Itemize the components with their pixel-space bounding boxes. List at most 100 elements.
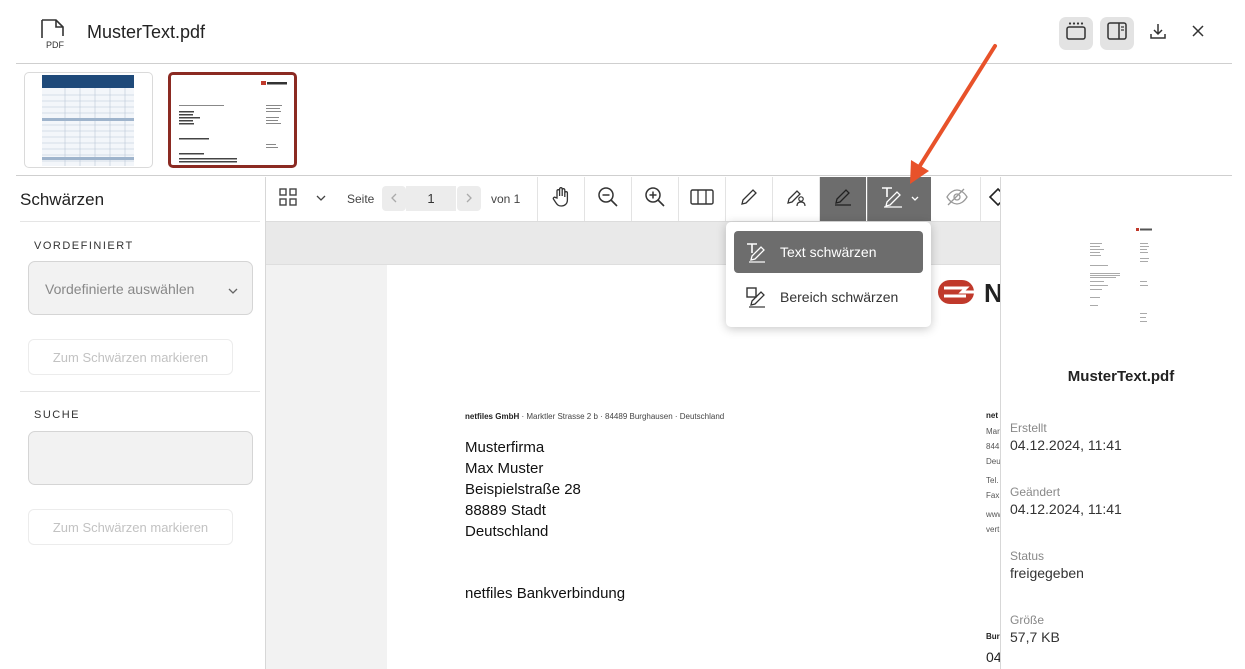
status-value: freigegeben xyxy=(1010,565,1084,581)
side-info-line: Bur xyxy=(986,632,1000,641)
menu-item-label: Bereich schwärzen xyxy=(780,289,899,305)
header: PDF MusterText.pdf xyxy=(16,0,1232,64)
viewer-toolbar: Seite 1 von 1 xyxy=(266,177,1000,222)
text-redact-icon xyxy=(734,241,780,263)
page-layout-button[interactable] xyxy=(679,177,725,221)
download-button[interactable] xyxy=(1141,17,1175,50)
mark-search-results-button[interactable]: Zum Schwärzen markieren xyxy=(28,509,233,545)
address-line: Beispielstraße 28 xyxy=(465,481,581,498)
signature-button[interactable] xyxy=(773,177,819,221)
text-redact-icon xyxy=(880,185,906,214)
chevron-down-icon xyxy=(316,190,326,208)
menu-item-label: Text schwärzen xyxy=(780,244,877,260)
address-line: Musterfirma xyxy=(465,439,545,456)
page-thumbnail-1[interactable] xyxy=(24,72,153,168)
pen-user-icon xyxy=(785,186,807,213)
chevron-down-icon xyxy=(910,190,920,208)
zoom-in-icon xyxy=(644,186,666,213)
thumbnail-strip-icon xyxy=(1065,21,1087,46)
created-value: 04.12.2024, 11:41 xyxy=(1010,437,1122,453)
previous-page-button[interactable] xyxy=(382,186,406,211)
side-info-line: net xyxy=(986,411,998,420)
side-info-line: 04 xyxy=(986,649,1000,665)
svg-text:PDF: PDF xyxy=(46,40,65,50)
address-line: Deutschland xyxy=(465,523,549,540)
redaction-type-menu: Text schwärzen Bereich schwärzen xyxy=(726,222,931,327)
columns-icon xyxy=(690,188,714,211)
redaction-mode-button[interactable] xyxy=(820,177,866,221)
side-info-line: Mar xyxy=(986,427,1000,436)
text-redaction-button[interactable] xyxy=(867,177,931,221)
predefined-section-label: VORDEFINIERT xyxy=(34,240,134,252)
menu-item-area-redaction[interactable]: Bereich schwärzen xyxy=(734,276,923,318)
side-info-line: Fax xyxy=(986,491,1000,500)
file-info-panel: MusterText.pdf Erstellt 04.12.2024, 11:4… xyxy=(1000,177,1232,669)
area-redact-icon xyxy=(734,286,780,308)
page-number-input[interactable]: 1 xyxy=(406,186,456,211)
address-line: 88889 Stadt xyxy=(465,502,546,519)
apply-redaction-button[interactable] xyxy=(934,177,980,221)
size-label: Größe xyxy=(1010,613,1045,627)
download-icon xyxy=(1148,21,1168,46)
grid-view-button[interactable] xyxy=(274,177,302,221)
address-line: Max Muster xyxy=(465,460,544,477)
company-logo xyxy=(937,278,984,311)
chevron-left-icon xyxy=(390,190,398,208)
chevron-down-icon xyxy=(228,283,238,301)
search-section-label: SUCHE xyxy=(34,409,81,421)
zoom-out-button[interactable] xyxy=(585,177,631,221)
more-tools-button[interactable] xyxy=(988,177,1000,221)
pdf-file-icon: PDF xyxy=(38,18,70,55)
side-panel-toggle[interactable] xyxy=(1100,17,1134,50)
sender-company: netfiles GmbH xyxy=(465,412,520,421)
annotate-button[interactable] xyxy=(726,177,772,221)
chevron-right-icon xyxy=(465,190,473,208)
pan-tool-button[interactable] xyxy=(538,177,584,221)
close-button[interactable] xyxy=(1181,17,1215,50)
next-page-button[interactable] xyxy=(457,186,481,211)
bank-heading: netfiles Bankverbindung xyxy=(465,585,626,602)
side-info-line: Tel. xyxy=(986,476,999,485)
page-count-label: von 1 xyxy=(491,192,521,206)
search-input[interactable] xyxy=(28,431,253,485)
redaction-pen-icon xyxy=(832,186,854,213)
side-panel-icon xyxy=(1106,21,1128,46)
close-icon xyxy=(1190,23,1206,44)
panel-title: Schwärzen xyxy=(20,190,105,209)
side-info-line: Deu xyxy=(986,457,1000,466)
menu-item-text-redaction[interactable]: Text schwärzen xyxy=(734,231,923,273)
pencil-icon xyxy=(739,187,759,212)
page-thumbnail-2[interactable] xyxy=(168,72,297,168)
size-value: 57,7 KB xyxy=(1010,629,1060,645)
divider xyxy=(20,391,260,392)
view-options-dropdown[interactable] xyxy=(312,177,330,221)
logo-text: N xyxy=(984,278,1000,308)
toolbar-divider xyxy=(980,177,981,221)
side-info-line: vert xyxy=(986,525,1000,534)
sender-line: netfiles GmbH · Marktler Strasse 2 b · 8… xyxy=(465,412,724,421)
predefined-select[interactable]: Vordefinierte auswählen xyxy=(28,261,253,315)
side-info-line: www xyxy=(986,510,1000,519)
file-name: MusterText.pdf xyxy=(1067,368,1175,385)
sender-address: · Marktler Strasse 2 b · 84489 Burghause… xyxy=(519,412,725,421)
modified-value: 04.12.2024, 11:41 xyxy=(1010,501,1122,517)
zoom-out-icon xyxy=(597,186,619,213)
page-label: Seite xyxy=(347,192,375,206)
created-label: Erstellt xyxy=(1010,421,1047,435)
page-thumbnail-strip xyxy=(16,64,1232,176)
modified-label: Geändert xyxy=(1010,485,1061,499)
hand-icon xyxy=(550,186,572,213)
document-title: MusterText.pdf xyxy=(87,22,206,42)
divider xyxy=(20,221,260,222)
redaction-panel: Schwärzen VORDEFINIERT Vordefinierte aus… xyxy=(0,177,266,669)
mark-for-redaction-button[interactable]: Zum Schwärzen markieren xyxy=(28,339,233,375)
file-preview xyxy=(1086,225,1162,335)
status-label: Status xyxy=(1010,549,1045,563)
thumbnail-view-toggle[interactable] xyxy=(1059,17,1093,50)
eye-redact-icon xyxy=(945,186,969,213)
predefined-select-placeholder: Vordefinierte auswählen xyxy=(45,281,195,297)
grid-icon xyxy=(279,187,297,211)
side-info-line: 844 xyxy=(986,442,1000,451)
zoom-in-button[interactable] xyxy=(632,177,678,221)
diamond-icon xyxy=(988,187,1000,212)
